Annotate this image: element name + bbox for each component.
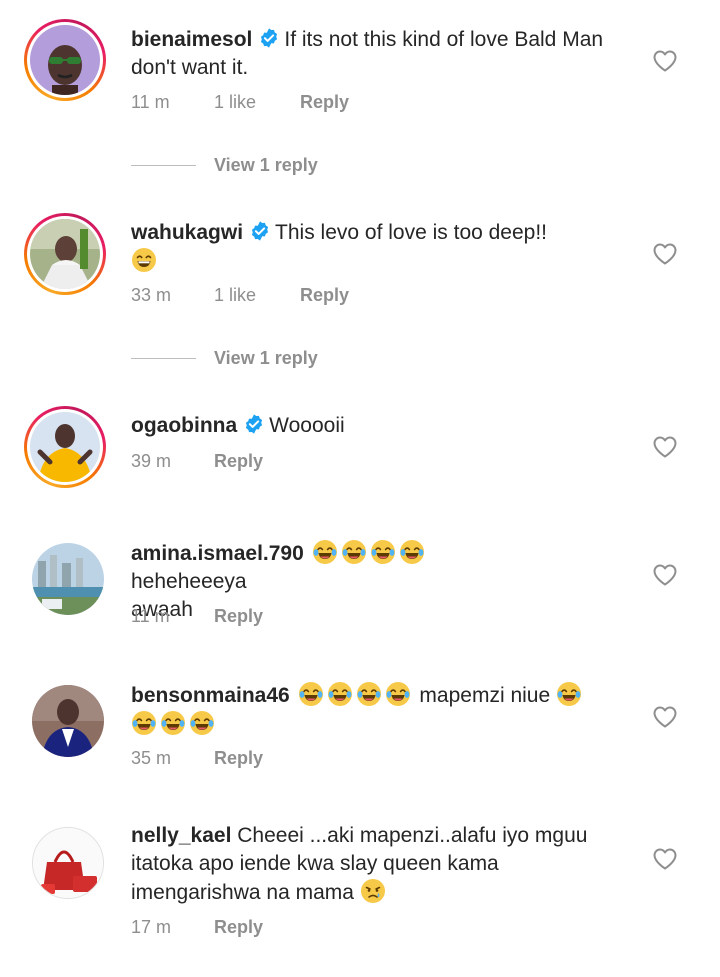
face-with-tears-of-joy-emoji xyxy=(385,681,411,707)
reply-button[interactable]: Reply xyxy=(214,606,263,627)
comment-timestamp: 11 m xyxy=(131,92,170,112)
comment-text-block: wahukagwi This levo of love is too deep!! xyxy=(131,219,621,276)
comment-timestamp: 33 m xyxy=(131,285,172,305)
comment-username[interactable]: nelly_kael xyxy=(131,824,231,847)
comment-like-count[interactable]: 1 like xyxy=(214,92,300,113)
comment-timestamp: 35 m xyxy=(131,748,172,768)
reply-button[interactable]: Reply xyxy=(300,285,349,306)
face-with-tears-of-joy-emoji xyxy=(341,539,367,565)
face-with-tears-of-joy-emoji xyxy=(556,681,582,707)
reply-button[interactable]: Reply xyxy=(300,92,349,113)
heart-outline-icon[interactable] xyxy=(652,563,678,587)
face-with-tears-of-joy-emoji xyxy=(356,681,382,707)
comment-text-block: ogaobinna Wooooii xyxy=(131,412,621,440)
comment-meta: 35 m Reply xyxy=(131,748,263,769)
comment-username[interactable]: amina.ismael.790 xyxy=(131,542,304,565)
face-with-tears-of-joy-emoji xyxy=(312,539,338,565)
avatar xyxy=(30,25,100,95)
avatar[interactable] xyxy=(32,685,104,757)
comment-meta: 17 m Reply xyxy=(131,917,263,938)
comment-meta: 33 m 1 like Reply xyxy=(131,285,349,306)
verified-badge-icon xyxy=(243,413,265,435)
comment-timestamp: 11 m xyxy=(131,606,170,626)
face-with-tears-of-joy-emoji xyxy=(298,681,324,707)
comment-username[interactable]: wahukagwi xyxy=(131,221,243,244)
avatar[interactable] xyxy=(32,827,104,899)
heart-outline-icon[interactable] xyxy=(652,242,678,266)
comment-username[interactable]: bienaimesol xyxy=(131,28,252,51)
comment-body: mapemzi niue xyxy=(419,684,551,707)
view-replies-button[interactable]: View 1 reply xyxy=(131,155,318,176)
avatar-story-ring[interactable] xyxy=(24,213,106,295)
comment-like-count[interactable]: 1 like xyxy=(214,285,300,306)
heart-outline-icon[interactable] xyxy=(652,847,678,871)
heart-outline-icon[interactable] xyxy=(652,49,678,73)
verified-badge-icon xyxy=(258,27,280,49)
comment-timestamp: 39 m xyxy=(131,451,172,471)
comment-username[interactable]: bensonmaina46 xyxy=(131,684,290,707)
face-with-tears-of-joy-emoji xyxy=(399,539,425,565)
avatar-story-ring[interactable] xyxy=(24,19,106,101)
grinning-face-emoji xyxy=(131,247,157,273)
comment-meta: 11 m 1 like Reply xyxy=(131,92,349,113)
reply-button[interactable]: Reply xyxy=(214,917,263,938)
face-with-tears-of-joy-emoji xyxy=(189,710,215,736)
comment-timestamp: 17 m xyxy=(131,917,172,937)
comment-meta: 11 m Reply xyxy=(131,606,263,627)
face-with-tears-of-joy-emoji xyxy=(327,681,353,707)
avatar[interactable] xyxy=(32,543,104,615)
avatar xyxy=(30,219,100,289)
heart-outline-icon[interactable] xyxy=(652,705,678,729)
face-with-tears-of-joy-emoji xyxy=(131,710,157,736)
reply-divider-line xyxy=(131,165,196,166)
comment-meta: 39 m Reply xyxy=(131,451,263,472)
crying-face-emoji xyxy=(360,878,386,904)
comment-body: This levo of love is too deep!! xyxy=(275,221,548,244)
comment-body: Wooooii xyxy=(269,414,345,437)
reply-button[interactable]: Reply xyxy=(214,451,263,472)
heart-outline-icon[interactable] xyxy=(652,435,678,459)
comment-text-block: nelly_kael Cheeei ...aki mapenzi..alafu … xyxy=(131,822,611,907)
face-with-tears-of-joy-emoji xyxy=(160,710,186,736)
view-replies-label: View 1 reply xyxy=(214,348,318,368)
view-replies-button[interactable]: View 1 reply xyxy=(131,348,318,369)
face-with-tears-of-joy-emoji xyxy=(370,539,396,565)
avatar-story-ring[interactable] xyxy=(24,406,106,488)
reply-button[interactable]: Reply xyxy=(214,748,263,769)
comment-text-block: bienaimesol If its not this kind of love … xyxy=(131,26,621,82)
verified-badge-icon xyxy=(249,220,271,242)
reply-divider-line xyxy=(131,358,196,359)
comment-text-block: bensonmaina46 mapemzi niue xyxy=(131,681,621,739)
view-replies-label: View 1 reply xyxy=(214,155,318,175)
comment-username[interactable]: ogaobinna xyxy=(131,414,237,437)
avatar xyxy=(30,412,100,482)
